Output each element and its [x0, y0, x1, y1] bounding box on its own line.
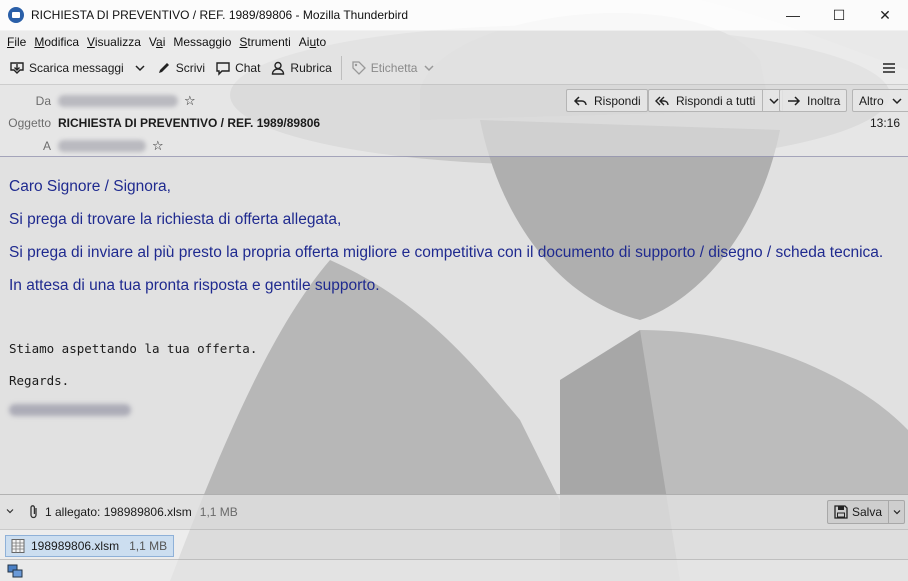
tag-icon: [351, 60, 367, 76]
reply-all-label: Rispondi a tutti: [676, 93, 756, 108]
address-book-label: Rubrica: [290, 61, 332, 75]
closing-line-2: Regards.: [9, 373, 70, 388]
paperclip-icon: [26, 504, 42, 520]
chevron-down-icon: [421, 60, 437, 76]
star-icon[interactable]: ☆: [152, 138, 164, 154]
get-messages-button[interactable]: Scarica messaggi: [4, 56, 129, 81]
app-menu-button[interactable]: [876, 56, 902, 81]
write-label: Scrivi: [175, 61, 206, 75]
from-row: Da ☆: [0, 93, 196, 109]
download-icon: [9, 60, 25, 76]
spreadsheet-file-icon: [10, 538, 26, 554]
get-messages-dropdown[interactable]: [129, 56, 151, 81]
attachment-total-size: 1,1 MB: [199, 505, 238, 519]
closing-line-1: Stiamo aspettando la tua offerta.: [9, 341, 258, 356]
attachment-filename: 198989806.xlsm: [31, 539, 120, 553]
body-paragraph-2: Si prega di inviare al più presto la pro…: [9, 244, 884, 261]
save-label: Salva: [851, 505, 882, 519]
chat-label: Chat: [235, 61, 261, 75]
forward-button[interactable]: Inoltra: [779, 89, 848, 112]
more-button[interactable]: Altro: [852, 89, 908, 112]
attachment-list: 198989806.xlsm 1,1 MB: [0, 529, 908, 559]
status-bar: [0, 559, 908, 581]
more-label: Altro: [859, 93, 884, 108]
menu-aiuto[interactable]: Aiuto: [295, 35, 330, 49]
attachment-size: 1,1 MB: [129, 539, 168, 553]
to-label: A: [42, 139, 51, 153]
address-book-button[interactable]: Rubrica: [265, 56, 336, 81]
main-toolbar: Scarica messaggi Scrivi Chat Rubrica Eti…: [0, 52, 908, 85]
reply-button[interactable]: Rispondi: [566, 89, 648, 112]
forward-arrow-icon: [786, 93, 802, 109]
attachment-summary[interactable]: 1 allegato: 198989806.xlsm: [45, 505, 192, 519]
tag-button[interactable]: Etichetta: [346, 56, 443, 81]
recipient-address-redacted[interactable]: [58, 140, 146, 152]
attachment-toggle-chevron-icon[interactable]: [4, 505, 18, 520]
chat-bubble-icon: [215, 60, 231, 76]
reply-label: Rispondi: [594, 93, 641, 108]
subject-label: Oggetto: [8, 116, 51, 130]
toolbar-separator: [340, 56, 342, 80]
menu-vai[interactable]: Vai: [145, 35, 169, 49]
chat-button[interactable]: Chat: [210, 56, 265, 81]
menu-strumenti[interactable]: Strumenti: [235, 35, 294, 49]
menu-visualizza[interactable]: Visualizza: [83, 35, 145, 49]
reply-arrow-icon: [573, 93, 589, 109]
message-time: 13:16: [869, 116, 900, 130]
reply-all-button[interactable]: Rispondi a tutti: [648, 89, 784, 112]
close-button[interactable]: ✕: [862, 0, 908, 31]
from-label: Da: [35, 94, 51, 108]
title-bar: RICHIESTA DI PREVENTIVO / REF. 1989/8980…: [0, 0, 908, 31]
chevron-down-icon: [889, 93, 905, 109]
menu-modifica[interactable]: Modifica: [30, 35, 83, 49]
body-paragraph-1: Si prega di trovare la richiesta di offe…: [9, 211, 342, 228]
save-attachment-button[interactable]: Salva: [826, 500, 905, 524]
tag-label: Etichetta: [370, 61, 418, 75]
maximize-button[interactable]: ☐: [816, 0, 862, 31]
message-header: Da ☆ Oggetto RICHIESTA DI PREVENTIVO / R…: [0, 85, 908, 157]
reply-all-icon: [655, 93, 671, 109]
pencil-icon: [156, 60, 172, 76]
write-button[interactable]: Scrivi: [151, 56, 210, 81]
star-icon[interactable]: ☆: [184, 93, 196, 109]
signature-redacted: [9, 404, 131, 416]
to-row: A ☆: [0, 138, 164, 154]
sender-address-redacted[interactable]: [58, 95, 178, 107]
thunderbird-window: RICHIESTA DI PREVENTIVO / REF. 1989/8980…: [0, 0, 908, 581]
thunderbird-app-icon: [8, 7, 24, 23]
menu-bar: File Modifica Visualizza Vai Messaggio S…: [0, 31, 908, 52]
attachment-bar: 1 allegato: 198989806.xlsm 1,1 MB Salva: [0, 494, 908, 529]
floppy-disk-icon: [833, 504, 849, 520]
greeting-text: Caro Signore / Signora,: [9, 178, 171, 195]
subject-row: Oggetto RICHIESTA DI PREVENTIVO / REF. 1…: [0, 116, 320, 130]
attachment-item[interactable]: 198989806.xlsm 1,1 MB: [5, 535, 175, 557]
chevron-down-icon: [132, 60, 148, 76]
menu-file[interactable]: File: [3, 35, 30, 49]
menu-messaggio[interactable]: Messaggio: [169, 35, 235, 49]
contacts-icon: [270, 60, 286, 76]
subject-text: RICHIESTA DI PREVENTIVO / REF. 1989/8980…: [58, 116, 321, 130]
forward-label: Inoltra: [807, 93, 841, 108]
window-title: RICHIESTA DI PREVENTIVO / REF. 1989/8980…: [31, 8, 409, 22]
message-body: Caro Signore / Signora, Si prega di trov…: [0, 158, 908, 494]
hamburger-menu-icon: [881, 60, 897, 76]
online-status-icon[interactable]: [7, 563, 23, 579]
minimize-button[interactable]: —: [770, 0, 816, 31]
body-paragraph-3: In attesa di una tua pronta risposta e g…: [9, 277, 380, 294]
get-messages-label: Scarica messaggi: [29, 61, 124, 75]
save-dropdown[interactable]: [888, 501, 904, 523]
